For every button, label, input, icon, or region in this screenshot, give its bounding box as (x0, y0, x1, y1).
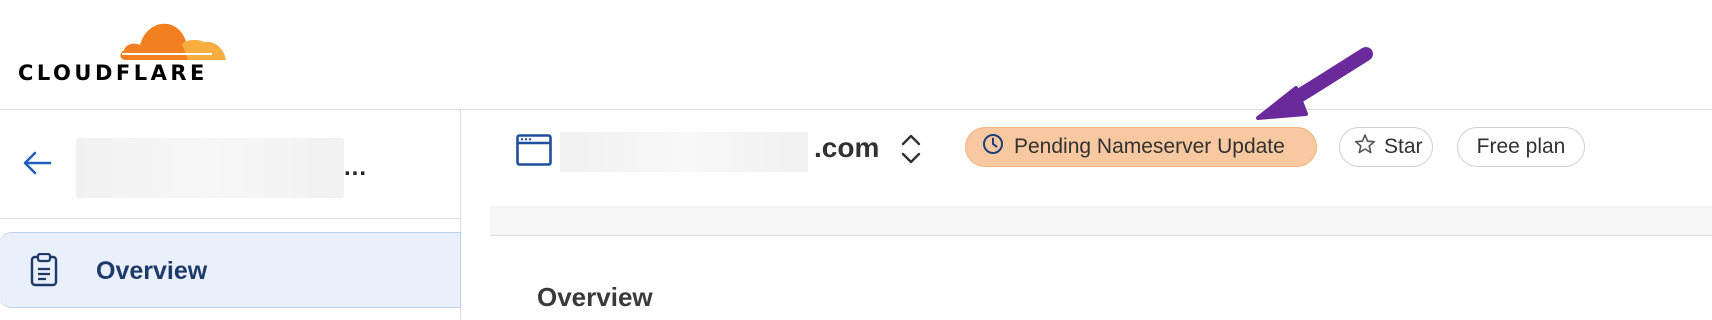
zone-header: .com Pending Nameserver Update Star Free… (490, 110, 1712, 207)
browser-window-icon (516, 134, 552, 171)
chevron-up-down-icon[interactable] (898, 132, 924, 171)
top-bar: CLOUDFLARE (0, 0, 1712, 110)
account-switcher-row: ... (0, 110, 460, 219)
domain-name-redacted (560, 132, 808, 172)
star-button-label: Star (1384, 135, 1423, 158)
clock-icon (982, 133, 1004, 161)
cloudflare-cloud-icon (120, 23, 226, 60)
annotation-arrow-icon (1256, 47, 1373, 120)
status-badge[interactable]: Pending Nameserver Update (965, 127, 1317, 167)
star-outline-icon (1354, 133, 1376, 161)
sidebar: ... Overview (0, 110, 461, 320)
plan-badge-label: Free plan (1476, 135, 1566, 158)
sidebar-item-overview[interactable]: Overview (0, 232, 461, 308)
status-badge-label: Pending Nameserver Update (1014, 135, 1285, 158)
account-name-redacted[interactable] (76, 138, 344, 198)
cloudflare-wordmark: CLOUDFLARE (18, 61, 208, 85)
account-name-ellipsis: ... (344, 154, 368, 181)
sidebar-item-label: Overview (96, 257, 208, 285)
clipboard-icon (30, 252, 58, 292)
domain-tld: .com (814, 132, 880, 163)
plan-badge[interactable]: Free plan (1457, 127, 1585, 167)
page-title: Overview (537, 282, 653, 312)
arrow-left-icon[interactable] (20, 146, 54, 185)
star-button[interactable]: Star (1339, 127, 1433, 167)
header-divider-band (490, 206, 1712, 236)
cloudflare-logo[interactable]: CLOUDFLARE (18, 14, 226, 85)
